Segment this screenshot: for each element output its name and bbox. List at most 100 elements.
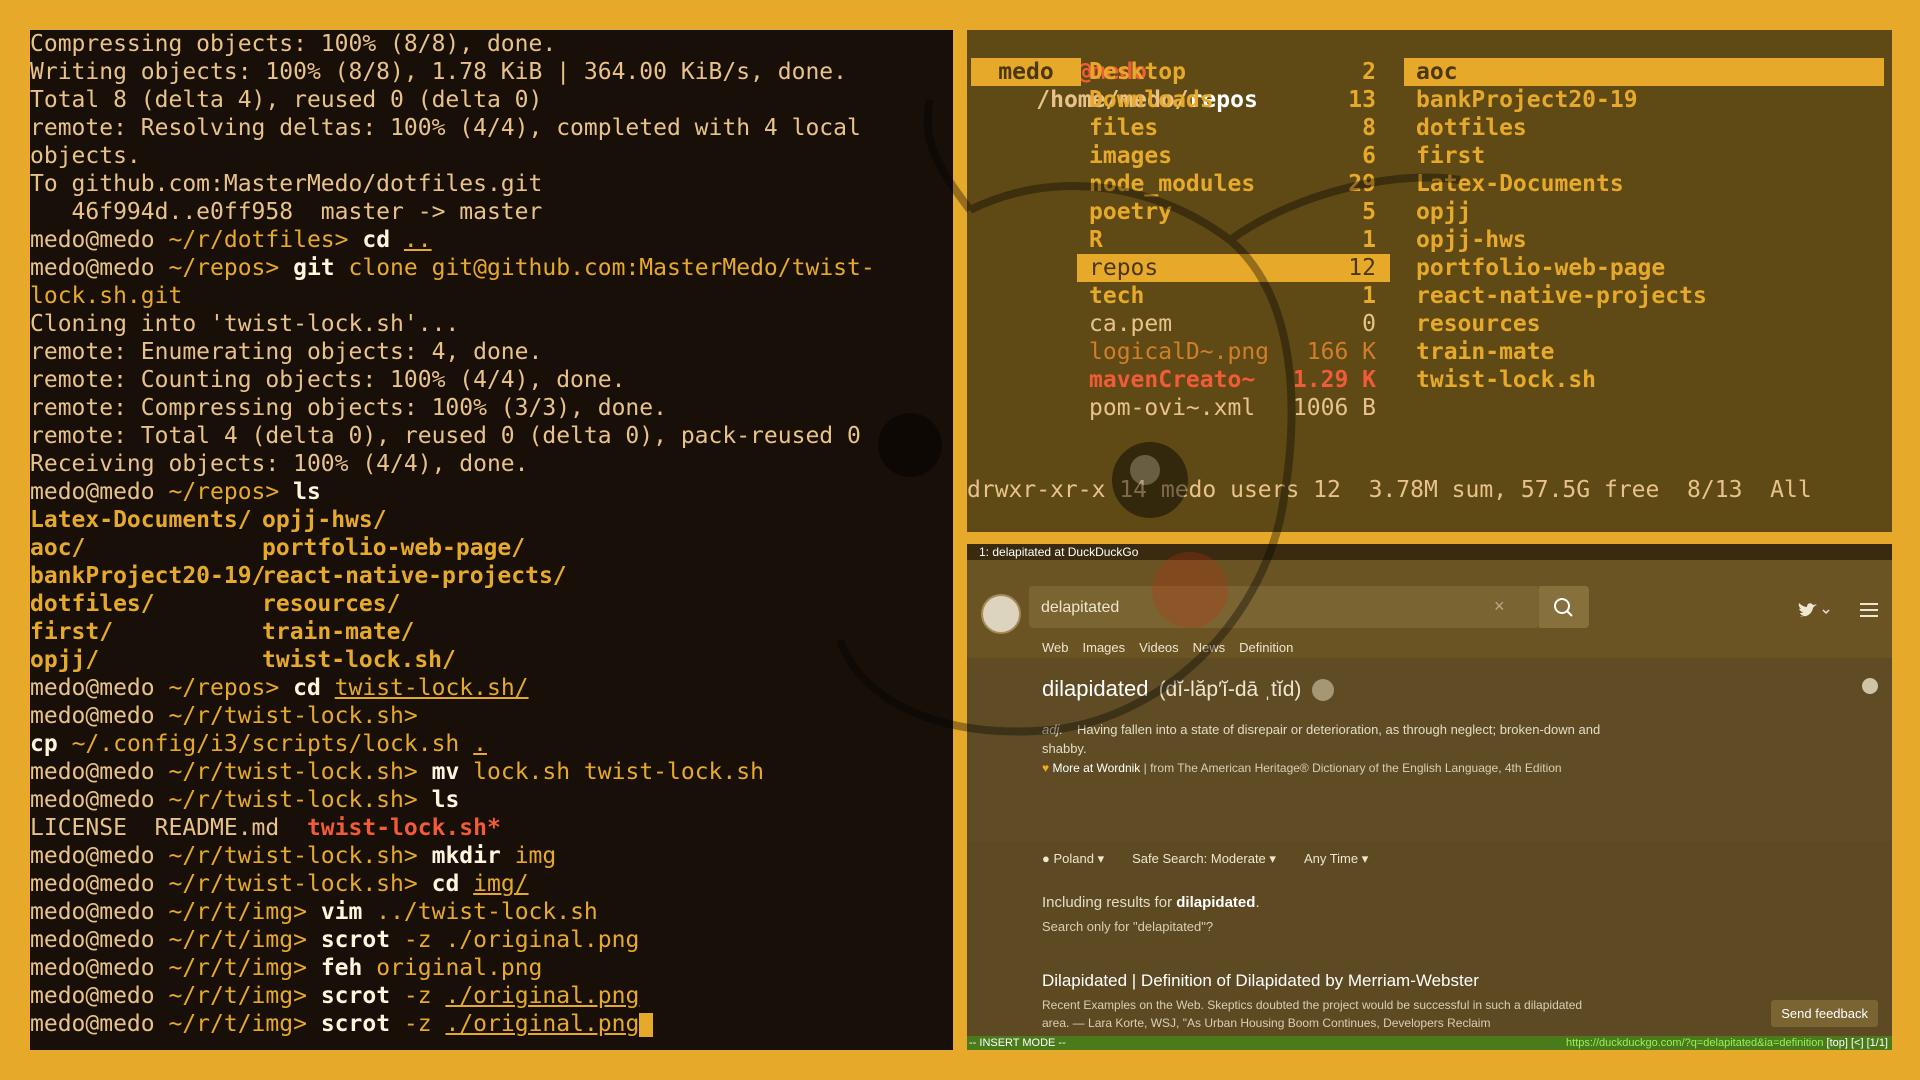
send-feedback-button[interactable]: Send feedback <box>1771 1000 1878 1027</box>
command-arg: ./original.png <box>445 1011 640 1037</box>
ranger-preview-entry[interactable]: opjj-hws <box>1404 226 1884 254</box>
prompt-user: medo@medo <box>30 703 155 729</box>
command-name: vim <box>320 899 363 925</box>
search-icon <box>1554 598 1573 617</box>
terminal-output-line: remote: Compressing objects: 100% (3/3),… <box>30 394 953 422</box>
ranger-entry[interactable]: node_modules 29 <box>1077 170 1390 198</box>
ranger-preview-name: twist-lock.sh <box>1416 367 1597 393</box>
ls-row: aoc/portfolio-web-page/ <box>30 534 953 562</box>
prompt-user: medo@medo <box>30 787 155 813</box>
ranger-tag-medo[interactable]: medo <box>971 58 1081 86</box>
ranger-entry[interactable]: images 6 <box>1077 142 1390 170</box>
ls-entry: train-mate/ <box>262 619 415 645</box>
terminal-space <box>321 675 335 701</box>
terminal-output-line: lock.sh.git <box>30 282 953 310</box>
hamburger-menu-icon[interactable] <box>1860 600 1878 623</box>
command-arg: -z <box>403 1011 432 1037</box>
browser-tab[interactable]: 1: delapitated at DuckDuckGo <box>967 544 1892 560</box>
ls-entry: portfolio-web-page/ <box>262 535 526 561</box>
ranger-entry[interactable]: pom-ovi~.xml 1006 B <box>1077 394 1390 422</box>
terminal-output-line: Compressing objects: 100% (8/8), done. <box>30 30 953 58</box>
ranger-preview-entry[interactable]: first <box>1404 142 1884 170</box>
ranger-entry[interactable]: tech 1 <box>1077 282 1390 310</box>
search-only-link[interactable]: Search only for "delapitated"? <box>1042 919 1213 934</box>
output-text: 46f994d..e0ff958 master -> master <box>30 199 543 225</box>
command-name: git <box>293 255 335 281</box>
ranger-preview-entry[interactable]: react-native-projects <box>1404 282 1884 310</box>
ranger-preview-entry[interactable]: opjj <box>1404 198 1884 226</box>
prompt-dir: ~/r/t/img> <box>154 927 307 953</box>
status-url-text: https://duckduckgo.com/?q=delapitated&ia… <box>1566 1037 1824 1049</box>
ls-row: Latex-Documents/opjj-hws/ <box>30 506 953 534</box>
region-label: Poland <box>1053 851 1094 866</box>
prompt-user: medo@medo <box>30 255 155 281</box>
terminal-space <box>459 871 473 897</box>
search-box[interactable]: × <box>1029 586 1539 628</box>
search-button[interactable] <box>1539 586 1589 628</box>
output-text: remote: Enumerating objects: 4, done. <box>30 339 543 365</box>
ranger-preview-entry[interactable]: train-mate <box>1404 338 1884 366</box>
safe-search-filter[interactable]: Safe Search: Moderate ▾ <box>1132 851 1276 867</box>
play-audio-icon[interactable] <box>1311 679 1334 702</box>
ranger-entry-count: 1 <box>1362 283 1376 309</box>
prompt-dir: ~/r/twist-lock.sh> <box>154 759 418 785</box>
output-text: Compressing objects: 100% (8/8), done. <box>30 31 557 57</box>
ls-entry: twist-lock.sh* <box>306 815 501 841</box>
search-input[interactable] <box>1039 594 1463 622</box>
ranger-preview-entry[interactable]: portfolio-web-page <box>1404 254 1884 282</box>
ranger-entry[interactable]: repos 12 <box>1077 254 1390 282</box>
terminal-prompt-line: medo@medo ~/r/t/img> scrot -z ./original… <box>30 982 953 1010</box>
terminal-space <box>349 227 363 253</box>
ranger-entry-count: 1006 B <box>1292 395 1376 421</box>
terminal-space <box>418 787 432 813</box>
clear-search-icon[interactable]: × <box>1494 596 1505 617</box>
ranger-preview-name: resources <box>1416 311 1541 337</box>
definition-word: dilapidated <box>1042 676 1149 701</box>
terminal-window[interactable]: Compressing objects: 100% (8/8), done. Wr… <box>30 30 953 1050</box>
safe-search-label: Safe Search: Moderate <box>1132 851 1266 866</box>
ranger-entry[interactable]: ca.pem 0 <box>1077 310 1390 338</box>
terminal-prompt-line: medo@medo ~/r/twist-lock.sh> mkdir img <box>30 842 953 870</box>
ranger-preview-entry[interactable]: Latex-Documents <box>1404 170 1884 198</box>
ranger-entry[interactable]: R1 <box>1077 226 1390 254</box>
ranger-file-manager[interactable]: medo@medo /home/medo/repos medo Desktop 2… <box>967 30 1892 532</box>
ranger-entry[interactable]: mavenCreato~ 1.29 K <box>1077 366 1390 394</box>
terminal-space <box>459 759 473 785</box>
terminal-space <box>432 1011 446 1037</box>
ranger-preview-entry[interactable]: resources <box>1404 310 1884 338</box>
ranger-entry-count: 5 <box>1362 199 1376 225</box>
ranger-entry-name: ca.pem <box>1089 311 1173 337</box>
ranger-entry[interactable]: files 8 <box>1077 114 1390 142</box>
region-filter[interactable]: ● Poland ▾ <box>1042 851 1104 867</box>
ranger-preview-entry[interactable]: bankProject20-19 <box>1404 86 1884 114</box>
ranger-entry-name: images <box>1089 143 1173 169</box>
tab-title[interactable]: 1: delapitated at DuckDuckGo <box>979 545 1138 559</box>
ls-row: dotfiles/resources/ <box>30 590 953 618</box>
ranger-entry-count: 2 <box>1362 59 1376 85</box>
command-arg: .. <box>403 227 432 253</box>
terminal-prompt-line: medo@medo ~/r/twist-lock.sh> <box>30 702 953 730</box>
ranger-preview-entry[interactable]: aoc <box>1404 58 1884 86</box>
command-arg: . <box>473 731 488 757</box>
terminal-output-line: 46f994d..e0ff958 master -> master <box>30 198 953 226</box>
ranger-entry-name: poetry <box>1089 199 1173 225</box>
ranger-entry[interactable]: Desktop 2 <box>1077 58 1390 86</box>
info-icon[interactable] <box>1862 678 1878 694</box>
time-filter[interactable]: Any Time ▾ <box>1304 851 1368 867</box>
result-title-link[interactable]: Dilapidated | Definition of Dilapidated … <box>1042 971 1479 991</box>
ranger-entry[interactable]: poetry 5 <box>1077 198 1390 226</box>
output-text: remote: Total 4 (delta 0), reused 0 (del… <box>30 423 861 449</box>
command-arg: img/ <box>473 871 529 897</box>
including-word[interactable]: dilapidated <box>1176 894 1255 911</box>
ranger-preview-entry[interactable]: dotfiles <box>1404 114 1884 142</box>
ranger-entry[interactable]: Downloads 13 <box>1077 86 1390 114</box>
duckduckgo-logo-icon[interactable] <box>981 594 1021 634</box>
ranger-entry[interactable]: logicalD~.png 166 K <box>1077 338 1390 366</box>
twitter-icon[interactable] <box>1798 602 1832 625</box>
browser-window[interactable]: 1: delapitated at DuckDuckGo × WebImages… <box>967 544 1892 1050</box>
terminal-output-line: objects. <box>30 142 953 170</box>
ranger-preview-entry[interactable]: twist-lock.sh <box>1404 366 1884 394</box>
more-at-wordnik-link[interactable]: More at Wordnik <box>1052 761 1140 775</box>
terminal-prompt-line: medo@medo ~/r/t/img> scrot -z ./original… <box>30 926 953 954</box>
terminal-output-line: Total 8 (delta 4), reused 0 (delta 0) <box>30 86 953 114</box>
